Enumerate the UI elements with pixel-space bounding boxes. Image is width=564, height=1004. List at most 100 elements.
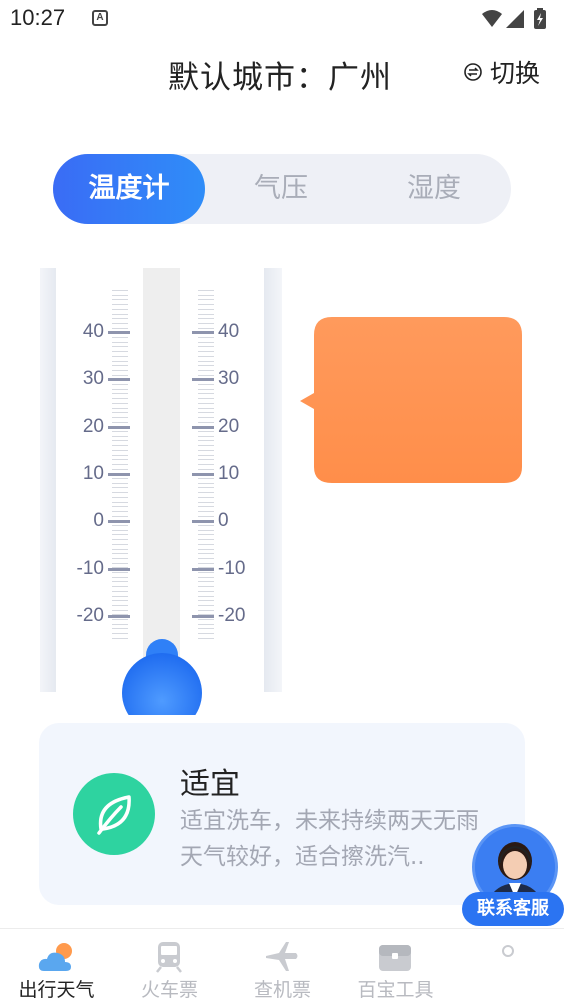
scale-label-right: -20 [218,604,246,626]
status-indicators-icon [482,8,546,29]
minor-tick [112,553,128,555]
major-tick [108,472,130,476]
minor-tick [112,539,128,541]
scale-label-right: 20 [218,415,240,437]
minor-tick [198,628,214,630]
minor-tick [112,623,128,625]
major-tick [108,520,130,524]
minor-tick [112,525,128,526]
minor-tick [112,341,128,343]
major-tick [192,520,214,524]
tab-thermometer[interactable]: 温度计 [53,154,205,224]
minor-tick [198,393,214,395]
minor-tick [198,290,214,291]
service-label: 联系客服 [462,892,564,926]
major-tick [192,472,214,476]
minor-tick [198,572,214,573]
minor-tick [198,506,214,508]
minor-tick [112,586,128,588]
minor-tick [112,478,128,479]
minor-tick [198,576,214,578]
tab-humidity[interactable]: 湿度 [357,154,511,224]
minor-tick [112,548,128,550]
minor-tick [112,369,128,371]
scale-label-left: 30 [82,368,104,390]
major-tick [108,425,130,429]
minor-tick [198,304,214,306]
major-tick [108,378,130,382]
scale-label-right: -10 [218,557,246,579]
plane-icon [266,942,298,971]
major-tick [108,567,130,571]
nav-label-tools: 百宝工具 [357,979,434,1001]
minor-tick [112,435,128,437]
minor-tick [198,590,214,592]
minor-tick [198,327,214,329]
minor-tick [112,581,128,583]
minor-tick [112,600,128,602]
switch-label: 切换 [490,59,541,88]
suggestion-icon-circle [73,773,155,855]
minor-tick [198,581,214,583]
minor-tick [198,600,214,602]
thermometer-rail-left [40,268,56,692]
minor-tick [112,337,128,338]
notification-icon: A [92,10,108,26]
major-tick [108,614,130,618]
minor-tick [112,543,128,545]
swap-icon [464,63,482,81]
scale-label-left: -10 [76,557,104,579]
nav-item-train[interactable]: 火车票 [113,929,226,1004]
minor-tick [112,299,128,301]
minor-tick [198,337,214,338]
minor-tick [198,492,214,494]
minor-tick [198,388,214,390]
minor-tick [112,355,128,357]
minor-tick [198,416,214,418]
suggestion-desc: 适宜洗车，未来持续两天无雨天气较好，适合擦洗汽.. [180,808,479,870]
minor-tick [112,496,128,498]
minor-tick [112,501,128,503]
minor-tick [112,308,128,310]
bottom-nav: 出行天气 火车票 查机票 百宝工具 [0,928,564,1004]
major-tick [192,614,214,618]
minor-tick [198,341,214,343]
minor-tick [112,384,128,385]
minor-tick [112,604,128,606]
minor-tick [112,365,128,367]
minor-tick [198,322,214,324]
thermometer-tube [143,268,180,692]
nav-item-weather[interactable]: 出行天气 [0,929,113,1004]
minor-tick [198,299,214,301]
minor-tick [198,534,214,536]
profile-icon [502,945,514,957]
minor-tick [198,402,214,404]
minor-tick [112,440,128,442]
minor-tick [112,534,128,536]
minor-tick [198,539,214,541]
nav-item-tools[interactable]: 百宝工具 [339,929,452,1004]
status-bar: 10:27 A [0,0,564,38]
minor-tick [198,619,214,620]
minor-tick [112,628,128,630]
minor-tick [112,416,128,418]
minor-tick [198,459,214,461]
tab-pressure[interactable]: 气压 [205,154,357,224]
minor-tick [198,384,214,385]
minor-tick [112,431,128,432]
customer-service-button[interactable]: 联系客服 [462,824,564,928]
minor-tick [198,398,214,400]
minor-tick [112,557,128,559]
nav-item-profile[interactable] [452,929,564,1004]
minor-tick [198,308,214,310]
minor-tick [112,412,128,414]
nav-item-flight[interactable]: 查机票 [226,929,339,1004]
switch-city-button[interactable]: 切换 [464,56,540,88]
minor-tick [112,421,128,423]
nav-label-train: 火车票 [140,979,198,1001]
minor-tick [112,459,128,461]
major-tick [192,378,214,382]
minor-tick [198,435,214,437]
thermometer-rail-right [264,268,282,692]
scale-label-left: 10 [82,462,104,484]
